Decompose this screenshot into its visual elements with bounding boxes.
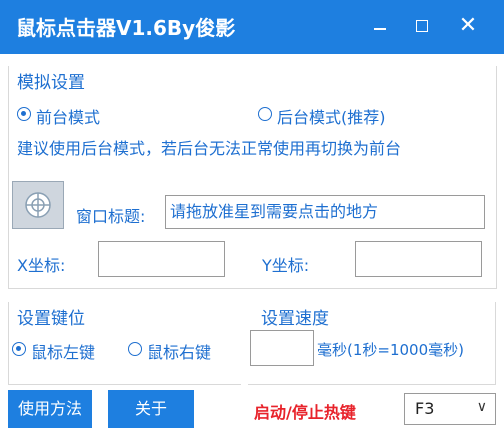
usage-button[interactable]: 使用方法 — [8, 390, 92, 428]
window-title: 鼠标点击器V1.6By俊影 — [16, 16, 236, 40]
maximize-button[interactable] — [400, 6, 444, 46]
y-coord-label: Y坐标: — [262, 256, 310, 275]
x-coord-input[interactable] — [98, 241, 225, 277]
left-button-radio[interactable]: 鼠标左键 — [12, 339, 122, 362]
left-button-label: 鼠标左键 — [31, 343, 96, 362]
window-title-label: 窗口标题: — [76, 207, 146, 226]
chevron-down-icon: ∨ — [476, 399, 487, 415]
crosshair-icon — [25, 192, 51, 218]
back-mode-radio[interactable]: 后台模式(推荐) — [258, 104, 428, 127]
hotkey-select-value: F3 — [415, 399, 435, 418]
about-button[interactable]: 关于 — [108, 390, 194, 428]
crosshair-drag-button[interactable] — [12, 181, 64, 229]
right-button-radio[interactable]: 鼠标右键 — [128, 339, 238, 362]
left-button-radio-dot — [12, 342, 26, 356]
speed-unit-label: 毫秒(1秒=1000毫秒) — [317, 341, 464, 359]
front-mode-label: 前台模式 — [36, 108, 101, 127]
title-bar[interactable]: 鼠标点击器V1.6By俊影 ✕ — [0, 0, 504, 54]
close-button[interactable]: ✕ — [446, 6, 490, 46]
minimize-icon — [374, 28, 386, 30]
speed-input[interactable] — [250, 330, 314, 366]
right-button-label: 鼠标右键 — [147, 343, 212, 362]
front-mode-radio-dot — [17, 107, 31, 121]
close-icon: ✕ — [458, 13, 478, 38]
front-mode-radio[interactable]: 前台模式 — [17, 104, 137, 127]
x-coord-label: X坐标: — [17, 256, 66, 275]
right-button-radio-dot — [128, 342, 142, 356]
hotkey-select[interactable]: F3 ∨ — [404, 393, 496, 425]
hotkey-label: 启动/停止热键 — [254, 403, 356, 422]
y-coord-input[interactable] — [355, 241, 482, 277]
back-mode-label: 后台模式(推荐) — [277, 108, 386, 127]
speed-settings-group-title: 设置速度 — [258, 304, 332, 329]
maximize-icon — [416, 20, 428, 32]
app-window: 鼠标点击器V1.6By俊影 ✕ 模拟设置 前台模式 后台模式(推荐) 建议使用后… — [0, 0, 504, 437]
mode-hint-text: 建议使用后台模式，若后台无法正常使用再切换为前台 — [17, 139, 402, 158]
key-settings-group-title: 设置键位 — [14, 304, 88, 329]
back-mode-radio-dot — [258, 107, 272, 121]
simulation-group-title: 模拟设置 — [14, 68, 88, 93]
minimize-button[interactable] — [358, 6, 402, 46]
window-title-input[interactable]: 请拖放准星到需要点击的地方 — [165, 195, 485, 229]
